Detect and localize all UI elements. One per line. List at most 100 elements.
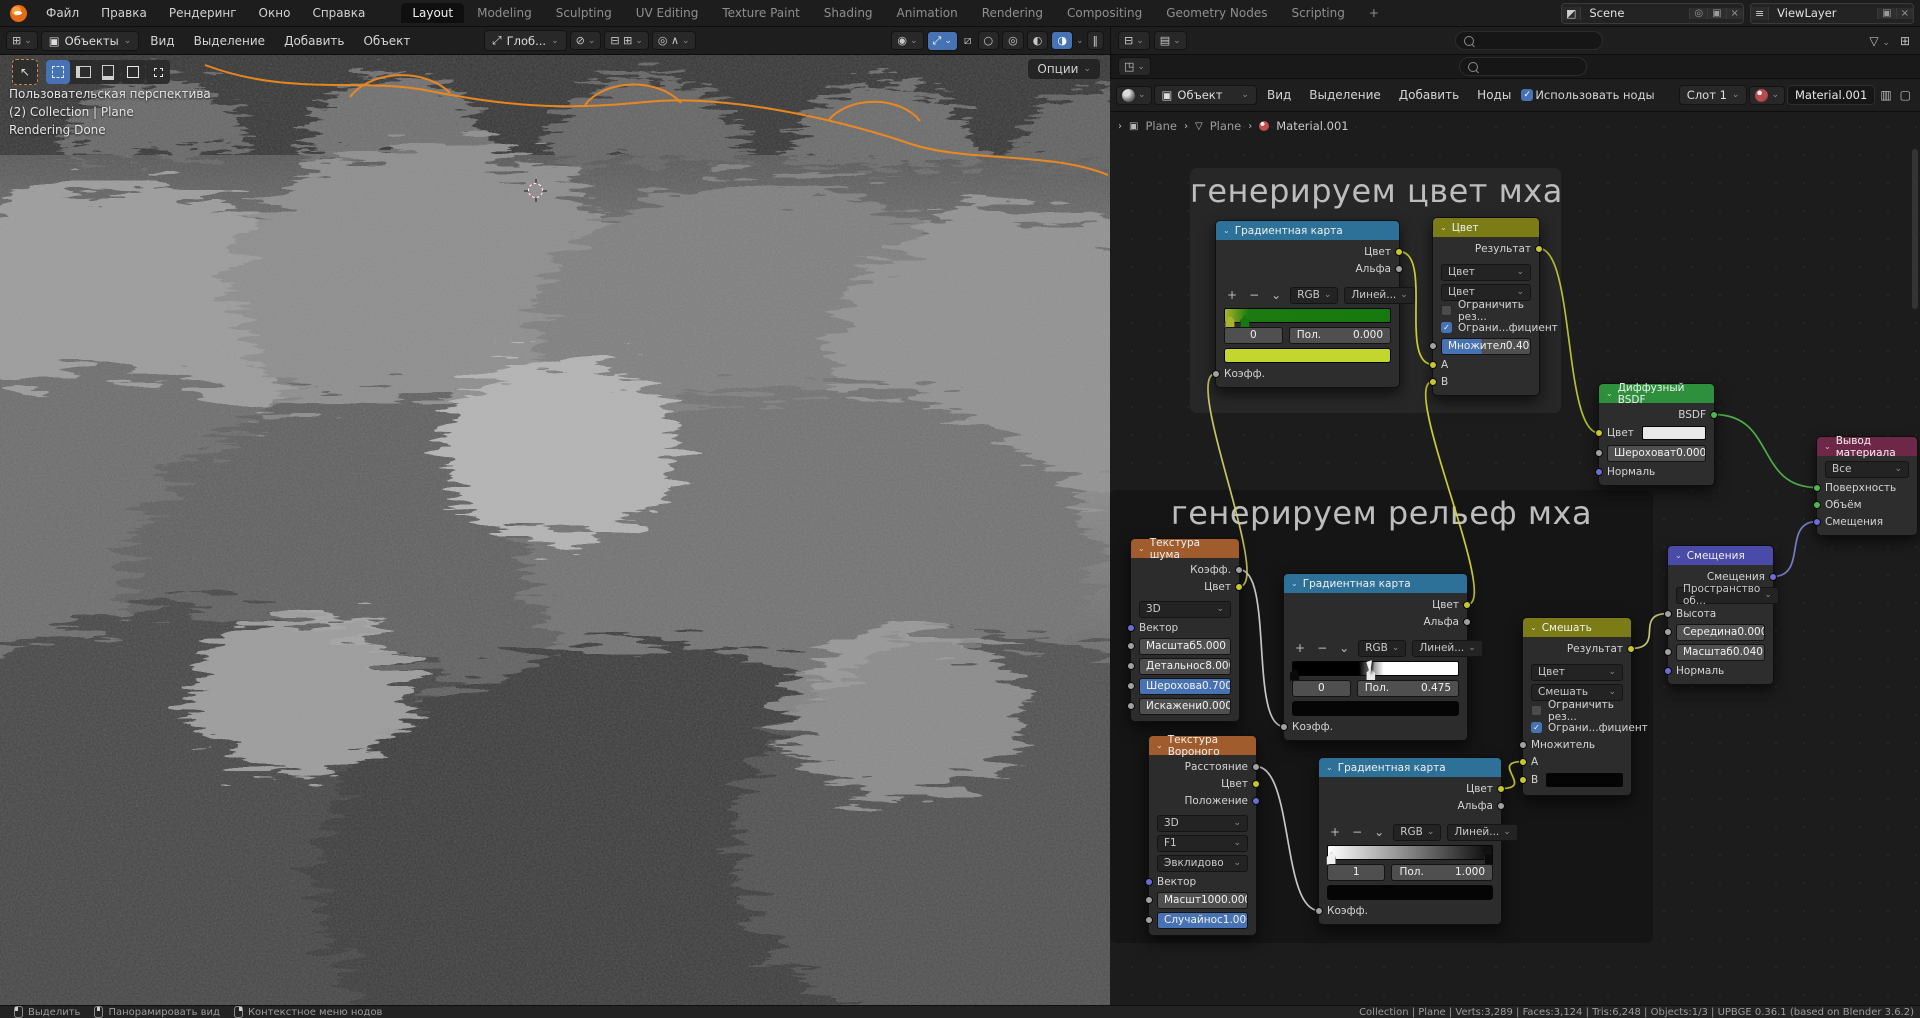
socket-i[interactable] [1212,370,1220,378]
checkbox[interactable] [1531,705,1542,716]
outliner-editor-type-button[interactable]: ⊟ ⌄ [1118,31,1150,50]
add-stop-button[interactable]: + [1224,288,1240,302]
socket-i[interactable] [1429,378,1437,386]
add-stop-button[interactable]: + [1327,825,1343,839]
scene-selector[interactable]: ◩ Scene ◎ ▣ × [1561,3,1744,24]
node-dropdown[interactable]: Цвет⌄ [1531,664,1623,681]
mode-dropdown[interactable]: ▣Объекты⌄ [41,31,140,51]
color-swatch[interactable] [1224,348,1391,363]
checkbox[interactable]: ✓ [1531,722,1542,733]
slider-Шероховат[interactable]: Шероховат0.000 [1607,445,1706,462]
color-mode-dropdown[interactable]: RGB⌄ [1358,640,1406,657]
socket-i[interactable] [1429,361,1437,369]
options-dropdown[interactable]: Опции⌄ [1028,59,1100,79]
shading-wireframe-button[interactable]: ○ [978,31,1000,50]
menu-select[interactable]: Выделение [186,32,273,50]
shader-editor[interactable]: генерируем цвет мхагенерируем рельеф мха… [1110,79,1920,1005]
socket-i[interactable] [1145,896,1153,904]
move-tool-button[interactable] [121,60,145,84]
properties-editor-type-button[interactable]: ◳ ⌄ [1118,57,1151,76]
slot-dropdown[interactable]: Слот 1⌄ [1679,85,1748,105]
copy-scene-icon[interactable]: ▣ [1707,8,1725,19]
stop-index-field[interactable]: 0 [1292,680,1351,697]
shading-solid-button[interactable]: ◎ [1002,31,1024,50]
new-material-icon[interactable]: ▥ [1877,88,1894,102]
node-disp[interactable]: ⌄СмещенияСмещенияПространство об...⌄Высо… [1667,545,1774,685]
select-lasso-tool-button[interactable] [96,60,120,84]
tab-geometry-nodes[interactable]: Geometry Nodes [1155,3,1278,23]
tab-shading[interactable]: Shading [813,3,884,23]
breadcrumb-object[interactable]: Plane [1145,119,1177,133]
select-circle-tool-button[interactable] [71,60,95,84]
slider-Масшт[interactable]: Масшт1000.000 [1157,892,1248,909]
checkbox[interactable]: ✓ [1441,322,1452,333]
breadcrumb-material[interactable]: Material.001 [1276,119,1348,133]
xray-toggle[interactable]: ⧄ [961,33,975,48]
socket-o[interactable] [1235,583,1243,591]
interpolation-dropdown[interactable]: Линей...⌄ [1412,640,1482,657]
socket-o[interactable] [1535,245,1543,253]
tab-sculpting[interactable]: Sculpting [545,3,623,23]
new-collection-icon[interactable]: ⊞ [1897,34,1913,48]
ramp-options-icon[interactable]: ⌄ [1336,641,1352,655]
unlink-material-icon[interactable]: ▢ [1897,88,1914,102]
socket-i[interactable] [1595,449,1603,457]
node-output[interactable]: ⌄Вывод материалаВсе⌄ПоверхностьОбъёмСмещ… [1816,436,1918,536]
tab-uv-editing[interactable]: UV Editing [625,3,710,23]
upbge-logo-icon[interactable] [10,5,27,22]
show-gizmo-button[interactable]: ◉ ⌄ [891,31,923,50]
node-gk1[interactable]: ⌄Градиентная картаЦветАльфа+−⌄RGB⌄Линей.… [1215,220,1400,388]
editor-type-button[interactable]: ⊞ ⌄ [6,31,38,50]
node-dropdown[interactable]: Эвклидово⌄ [1157,855,1248,872]
remove-stop-button[interactable]: − [1349,825,1365,839]
pin-icon[interactable]: ◎ [1689,8,1707,19]
socket-o[interactable] [1395,248,1403,256]
menu-view[interactable]: Вид [1259,86,1299,104]
close-icon[interactable]: × [1896,8,1913,19]
transform-tool-button[interactable] [146,60,170,84]
slider-Шерохова[interactable]: Шерохова0.700 [1139,678,1231,695]
copy-viewlayer-icon[interactable]: ▣ [1877,8,1895,19]
color-swatch[interactable] [1642,426,1706,440]
close-icon[interactable]: × [1726,8,1743,19]
outliner-search-input[interactable] [1455,31,1603,50]
select-box-tool-button[interactable] [46,60,70,84]
slider-Множител[interactable]: Множител0.400 [1441,338,1531,355]
snap-button[interactable]: ⊟ ⊞ ⌄ [604,31,648,50]
socket-o[interactable] [1627,645,1635,653]
checkbox[interactable] [1441,305,1452,316]
node-gk2[interactable]: ⌄Градиентная картаЦветАльфа+−⌄RGB⌄Линей.… [1283,573,1468,741]
slider-Середина[interactable]: Середина0.000 [1676,624,1765,641]
expand-icon[interactable]: › [1118,121,1122,132]
socket-i[interactable] [1813,484,1821,492]
node-noise[interactable]: ⌄Текстура шумаКоэфф.Цвет3D⌄ВекторМасштаб… [1130,538,1240,722]
node-dropdown[interactable]: F1⌄ [1157,835,1248,852]
pause-render-button[interactable]: ‖ [1087,31,1105,50]
shader-type-button[interactable]: ⌄ [1116,86,1152,105]
browse-material-button[interactable]: ⌄ [1749,86,1785,105]
add-stop-button[interactable]: + [1292,641,1308,655]
node-mix1[interactable]: ⌄ЦветРезультатЦвет⌄Цвет⌄Ограничить рез..… [1432,217,1540,396]
color-swatch[interactable] [1292,701,1459,716]
filter-icon[interactable]: ▽ ⌄ [1866,34,1893,48]
node-voronoi[interactable]: ⌄Текстура ВороногоРасстояниеЦветПоложени… [1148,735,1257,936]
shading-preview-button[interactable]: ◐ [1027,31,1049,50]
slider-Искажени[interactable]: Искажени0.000 [1139,698,1231,715]
viewport-3d[interactable]: ↖ Опции⌄ Пользовательская перспектива (2… [0,55,1110,1005]
stop-position-field[interactable]: Пол.1.000 [1391,864,1493,881]
tab-animation[interactable]: Animation [886,3,969,23]
ramp-options-icon[interactable]: ⌄ [1371,825,1387,839]
socket-i[interactable] [1813,501,1821,509]
menu-4[interactable]: Справка [302,3,375,23]
color-ramp[interactable] [1224,308,1391,323]
color-swatch[interactable] [1546,773,1623,787]
socket-i[interactable] [1813,518,1821,526]
socket-i[interactable] [1145,916,1153,924]
breadcrumb-mesh[interactable]: Plane [1210,119,1242,133]
tab-layout[interactable]: Layout [401,3,464,23]
shader-context-dropdown[interactable]: ▣Объект⌄ [1154,85,1257,105]
slider-Случайнос[interactable]: Случайнос1.000 [1157,912,1248,929]
outliner-display-mode-button[interactable]: ▤ ⌄ [1154,31,1187,50]
menu-select[interactable]: Выделение [1301,86,1388,104]
menu-0[interactable]: Файл [36,3,89,23]
